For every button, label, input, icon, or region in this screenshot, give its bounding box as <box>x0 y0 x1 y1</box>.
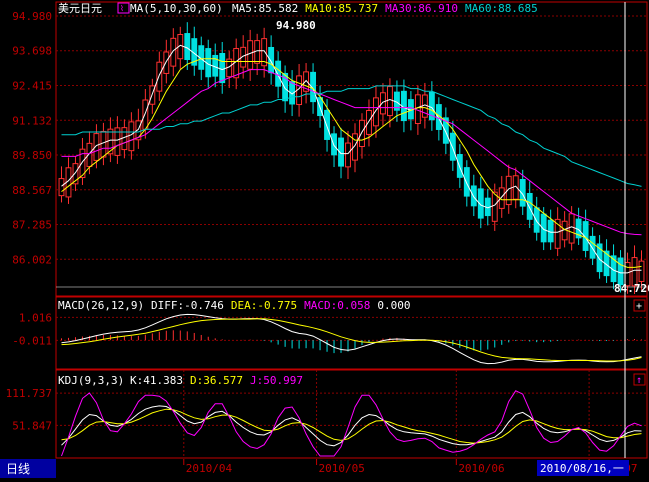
plus-icon: + <box>636 301 642 312</box>
y-tick-label: 94.980 <box>12 10 52 23</box>
candle-body <box>373 97 379 127</box>
candle-body <box>449 132 456 161</box>
y-tick-label: 87.285 <box>12 219 52 232</box>
candle-body <box>156 61 163 92</box>
candle-body <box>128 121 135 152</box>
legend-entry: DIFF:-0.746 <box>151 299 224 312</box>
candle-body <box>121 127 128 151</box>
candle-body <box>617 257 624 286</box>
y-tick-label: 91.132 <box>12 114 52 127</box>
candle-body <box>247 40 254 70</box>
y-tick-label: 111.737 <box>6 387 52 400</box>
candle-body <box>366 109 372 135</box>
candle-body <box>638 260 645 282</box>
legend-entry: MA5:85.582 <box>232 2 298 15</box>
y-tick-label: 51.847 <box>12 419 52 432</box>
legend-entry: DEA:-0.775 <box>231 299 297 312</box>
candle-body <box>533 207 540 233</box>
candle-body <box>324 109 330 140</box>
candle-body <box>470 185 477 207</box>
period-tab-label[interactable]: 日线 <box>6 462 30 476</box>
legend-entry: MA10:85.737 <box>305 2 378 15</box>
instrument-title: 美元日元 <box>58 2 102 15</box>
kdj-legend: K:41.383 D:36.577 J:50.997 <box>130 374 303 387</box>
date-tick-label: 2010/04 <box>186 462 233 475</box>
y-tick-label: 93.698 <box>12 45 52 58</box>
candle-body <box>345 142 351 168</box>
candle-body <box>219 52 226 84</box>
legend-entry: J:50.997 <box>250 374 303 387</box>
candle-body <box>275 60 282 87</box>
low-price-marker: 84.720 <box>614 282 649 295</box>
date-tick-label: 2010/06 <box>458 462 504 475</box>
cursor-date-label: 2010/08/16,一 <box>540 462 624 475</box>
candle-body <box>58 178 65 197</box>
candle-body <box>359 119 365 148</box>
legend-entry: MA60:88.685 <box>465 2 538 15</box>
legend-entry: K:41.383 <box>130 374 183 387</box>
candle-body <box>170 37 177 67</box>
candle-body <box>526 192 533 220</box>
candle-body <box>100 130 107 158</box>
y-tick-label: -0.011 <box>12 334 52 347</box>
candle-body <box>380 92 386 115</box>
candle-body <box>386 86 393 117</box>
chart-window: 94.980 93.698 92.415 91.132 89.850 88.567 87.2… <box>0 0 649 478</box>
y-tick-label: 86.002 <box>12 253 52 266</box>
y-tick-label: 89.850 <box>12 149 52 162</box>
y-tick-label: 92.415 <box>12 80 52 93</box>
legend-entry: 0.000 <box>377 299 410 312</box>
candle-body <box>254 40 261 64</box>
up-arrow-icon: ↑ <box>636 375 642 386</box>
legend-entry: MA30:86.910 <box>385 2 458 15</box>
candle-body <box>184 33 191 61</box>
ma-indicator-label: MA(5,10,30,60) <box>130 2 223 15</box>
legend-entry: D:36.577 <box>190 374 243 387</box>
candle-body <box>589 235 596 259</box>
candle-body <box>163 51 170 74</box>
candle-body <box>568 213 575 244</box>
kdj-indicator-label: KDJ(9,3,3) <box>58 374 124 387</box>
y-tick-label: 1.016 <box>19 311 52 324</box>
candle-body <box>142 99 149 130</box>
date-tick-label: 2010/05 <box>319 462 365 475</box>
legend-entry: MACD:0.058 <box>304 299 370 312</box>
indicator-toggle-glyph: ⌇ <box>120 4 124 13</box>
high-price-marker: 94.980 <box>276 19 316 32</box>
ma-legend: MA5:85.582 MA10:85.737 MA30:86.910 MA60:88.… <box>232 2 538 15</box>
candle-body <box>463 167 470 197</box>
y-tick-label: 88.567 <box>12 184 52 197</box>
candle-body <box>491 191 498 222</box>
macd-indicator-label: MACD(26,12,9) <box>58 299 144 312</box>
chart-canvas: 94.980 93.698 92.415 91.132 89.850 88.567 87.2… <box>0 0 649 478</box>
candle-body <box>268 46 275 74</box>
